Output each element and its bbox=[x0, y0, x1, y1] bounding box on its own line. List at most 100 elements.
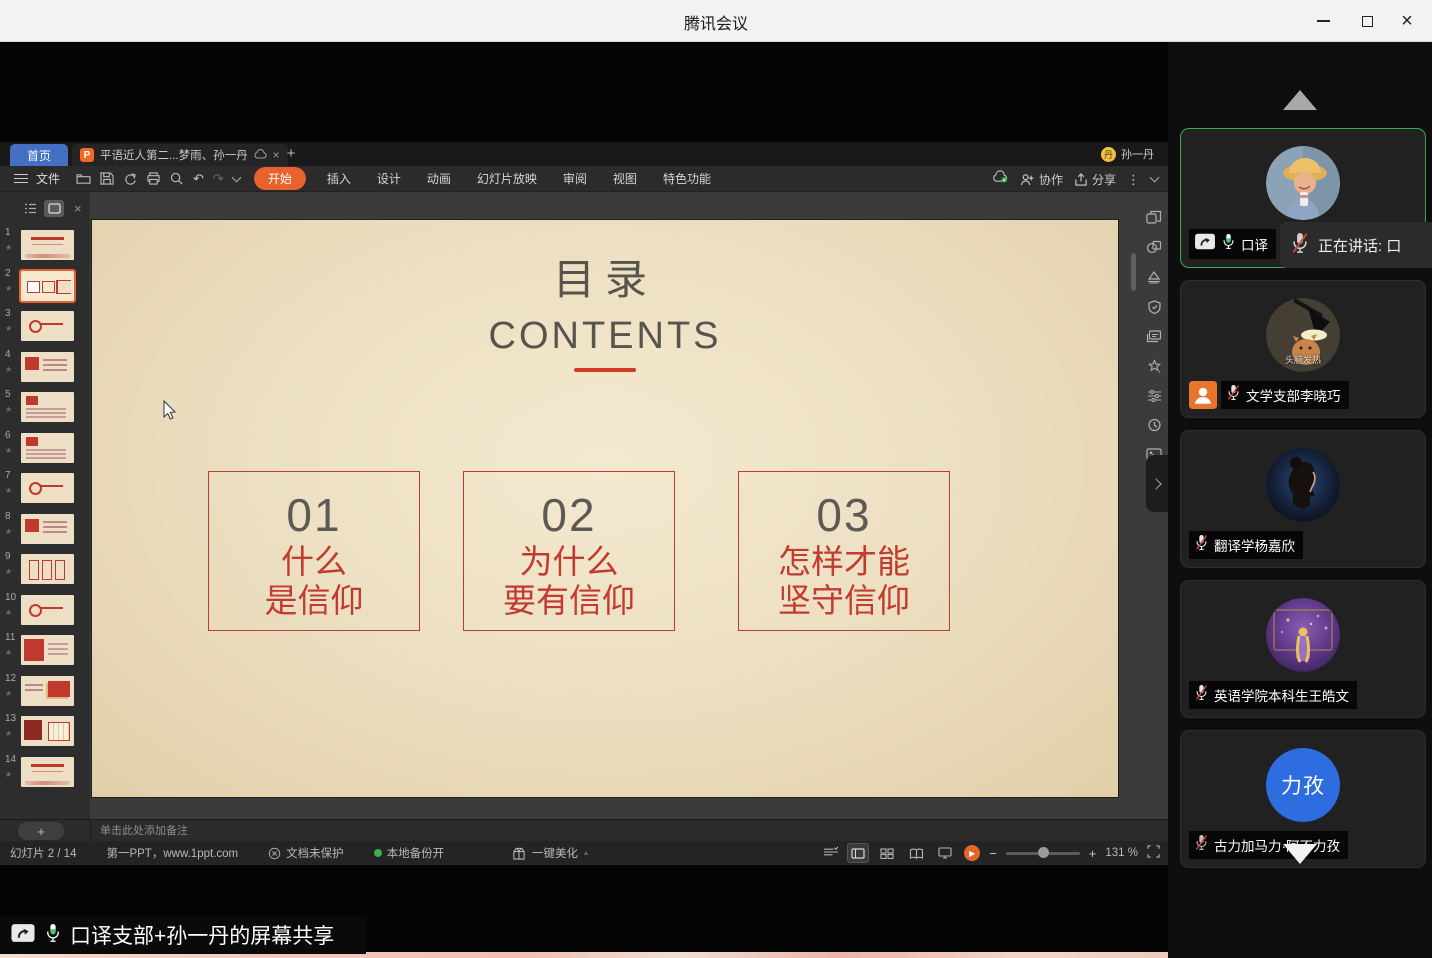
thumbnail-image[interactable] bbox=[21, 311, 74, 341]
ribbon-tab-special[interactable]: 特色功能 bbox=[663, 170, 711, 187]
slide-editor-area: × 1★ 2★ 3★ 4★ 5★ 6★ 7★ 8★ 9★ 10★ 11★ 12★… bbox=[0, 192, 1168, 819]
collaborate-button[interactable]: 协作 bbox=[1020, 171, 1063, 188]
slide-thumbnail-12[interactable]: 12★ bbox=[0, 672, 90, 713]
slide-thumbnail-5[interactable]: 5★ bbox=[0, 388, 90, 429]
slide-thumbnail-13[interactable]: 13★ bbox=[0, 712, 90, 753]
slide-thumbnail-10[interactable]: 10★ bbox=[0, 591, 90, 632]
document-protection-status[interactable]: 文档未保护 bbox=[268, 845, 344, 861]
shield-check-icon[interactable] bbox=[1147, 300, 1162, 319]
thumbnail-image[interactable] bbox=[21, 716, 74, 746]
slide-view-toggle[interactable] bbox=[44, 200, 64, 217]
magic-star-icon[interactable] bbox=[1147, 359, 1162, 378]
zoom-slider[interactable] bbox=[1006, 852, 1080, 855]
print-preview-icon[interactable] bbox=[170, 172, 184, 185]
ribbon-tab-review[interactable]: 审阅 bbox=[563, 170, 587, 187]
zoom-in-button[interactable]: + bbox=[1089, 847, 1097, 860]
play-slideshow-button[interactable]: ▶ bbox=[964, 845, 980, 861]
more-options-icon[interactable]: ⋮ bbox=[1127, 173, 1140, 186]
notes-input[interactable]: 单击此处添加备注 bbox=[100, 820, 188, 842]
maximize-icon bbox=[1362, 16, 1373, 27]
reading-view-button[interactable] bbox=[906, 844, 926, 862]
thumbnail-image[interactable] bbox=[21, 392, 74, 422]
layers-copy-icon[interactable] bbox=[1146, 330, 1162, 348]
zoom-out-button[interactable]: − bbox=[989, 847, 997, 860]
participant-tile-lixiaoqiao[interactable]: 头脑发热 文学支部李晓巧 bbox=[1180, 280, 1426, 418]
scroll-down-arrow[interactable] bbox=[1283, 844, 1317, 864]
host-badge-icon bbox=[1189, 381, 1217, 409]
thumbnail-image[interactable] bbox=[21, 554, 74, 584]
thumbnail-image[interactable] bbox=[21, 473, 74, 503]
slide-position: 幻灯片 2 / 14 bbox=[10, 845, 76, 861]
zoom-level[interactable]: 131 % bbox=[1105, 847, 1138, 859]
slide-thumbnail-2[interactable]: 2★ bbox=[0, 267, 90, 308]
settings-sliders-icon[interactable] bbox=[1147, 389, 1162, 407]
add-slide-button[interactable]: + bbox=[18, 822, 64, 840]
participant-tile-wanghaowen[interactable]: 英语学院本科生王皓文 bbox=[1180, 580, 1426, 718]
slideshow-view-button[interactable] bbox=[935, 844, 955, 862]
menu-hamburger-icon[interactable] bbox=[14, 172, 28, 185]
local-backup-status[interactable]: 本地备份开 bbox=[374, 845, 445, 861]
slide-thumbnail-7[interactable]: 7★ bbox=[0, 469, 90, 510]
scroll-up-arrow[interactable] bbox=[1283, 90, 1317, 110]
undo-icon[interactable]: ↶ bbox=[193, 172, 204, 185]
open-icon[interactable] bbox=[76, 172, 91, 185]
ribbon-tab-view[interactable]: 视图 bbox=[613, 170, 637, 187]
slide-thumbnail-8[interactable]: 8★ bbox=[0, 510, 90, 551]
thumbnail-image[interactable] bbox=[21, 595, 74, 625]
close-document-icon[interactable]: × bbox=[273, 148, 280, 162]
expand-panel-button[interactable] bbox=[1146, 455, 1168, 512]
slide-canvas[interactable]: 目录 CONTENTS 01 什么 是信仰 02 为什么 要有信仰 03 怎样才… bbox=[92, 220, 1118, 797]
ribbon-tab-insert[interactable]: 插入 bbox=[327, 170, 351, 187]
beautify-button[interactable]: 一键美化 ▴ bbox=[512, 841, 588, 865]
account-chip[interactable]: 丹 孙一丹 bbox=[1101, 146, 1154, 162]
shapes-overlap-icon[interactable] bbox=[1146, 210, 1162, 229]
fit-to-window-icon[interactable] bbox=[1147, 845, 1160, 861]
cloud-saved-icon[interactable] bbox=[992, 170, 1009, 188]
outline-view-toggle[interactable] bbox=[20, 200, 40, 217]
thumbnail-image[interactable] bbox=[21, 757, 74, 787]
slide-thumbnail-1[interactable]: 1★ bbox=[0, 226, 90, 267]
zoom-slider-thumb[interactable] bbox=[1038, 847, 1049, 858]
normal-view-button[interactable] bbox=[848, 844, 868, 862]
ribbon-tab-home[interactable]: 开始 bbox=[254, 167, 306, 190]
thumbnail-image[interactable] bbox=[21, 230, 74, 260]
annotate-icon[interactable] bbox=[823, 846, 839, 861]
slide-thumbnail-4[interactable]: 4★ bbox=[0, 348, 90, 389]
save-icon[interactable] bbox=[100, 172, 114, 185]
slide-thumbnail-3[interactable]: 3★ bbox=[0, 307, 90, 348]
minimize-icon bbox=[1317, 20, 1330, 22]
thumbnail-image[interactable] bbox=[21, 514, 74, 544]
ribbon-tab-animation[interactable]: 动画 bbox=[427, 170, 451, 187]
thumbnail-image[interactable] bbox=[21, 676, 74, 706]
slide-thumbnail-11[interactable]: 11★ bbox=[0, 631, 90, 672]
thumbnail-image[interactable] bbox=[21, 635, 74, 665]
print-icon[interactable] bbox=[146, 172, 161, 185]
ribbon-tab-slideshow[interactable]: 幻灯片放映 bbox=[477, 170, 537, 187]
new-tab-button[interactable]: + bbox=[282, 145, 300, 162]
file-menu[interactable]: 文件 bbox=[36, 170, 60, 187]
redo-icon[interactable]: ↷ bbox=[213, 172, 224, 185]
align-pyramid-icon[interactable] bbox=[1146, 270, 1162, 289]
output-icon[interactable] bbox=[123, 172, 137, 185]
thumbnail-image[interactable] bbox=[21, 433, 74, 463]
ribbon-tab-design[interactable]: 设计 bbox=[377, 170, 401, 187]
merge-shapes-icon[interactable] bbox=[1146, 240, 1162, 259]
tab-home[interactable]: 首页 bbox=[10, 144, 68, 166]
collapse-ribbon-icon[interactable] bbox=[1150, 173, 1160, 183]
slide-thumbnail-6[interactable]: 6★ bbox=[0, 429, 90, 470]
thumbnail-image[interactable] bbox=[21, 271, 74, 301]
slide-thumbnail-14[interactable]: 14★ bbox=[0, 753, 90, 794]
slide-sorter-view-button[interactable] bbox=[877, 844, 897, 862]
tab-document[interactable]: P 平语近人第二...梦雨、孙一丹 × bbox=[72, 144, 288, 166]
participant-tile-yangjiaxin[interactable]: 翻译学杨嘉欣 bbox=[1180, 430, 1426, 568]
share-button[interactable]: 分享 bbox=[1074, 171, 1116, 188]
thumbnail-image[interactable] bbox=[21, 352, 74, 382]
history-icon[interactable] bbox=[1147, 418, 1162, 437]
slide-thumbnail-9[interactable]: 9★ bbox=[0, 550, 90, 591]
minimize-button[interactable] bbox=[1306, 6, 1340, 36]
canvas-scrollbar[interactable] bbox=[1131, 253, 1136, 291]
close-panel-icon[interactable]: × bbox=[74, 201, 82, 216]
close-button[interactable]: × bbox=[1390, 6, 1424, 36]
document-tab-title: 平语近人第二...梦雨、孙一丹 bbox=[100, 147, 248, 163]
maximize-button[interactable] bbox=[1350, 6, 1384, 36]
